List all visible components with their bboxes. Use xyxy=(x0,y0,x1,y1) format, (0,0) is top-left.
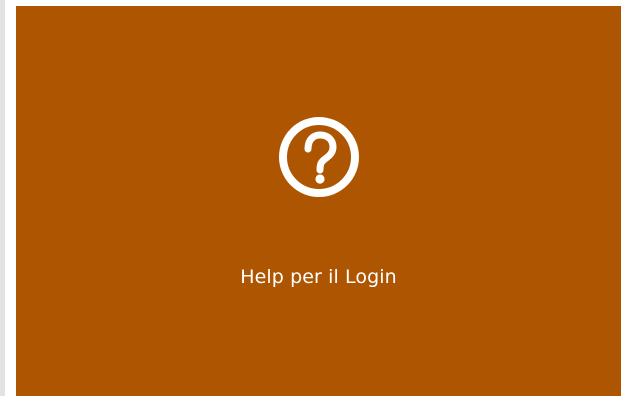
left-spacer xyxy=(5,0,16,396)
help-login-tile[interactable]: Help per il Login xyxy=(16,6,621,396)
question-circle-icon xyxy=(278,116,360,198)
help-login-label: Help per il Login xyxy=(240,266,397,288)
right-spacer xyxy=(621,0,629,396)
